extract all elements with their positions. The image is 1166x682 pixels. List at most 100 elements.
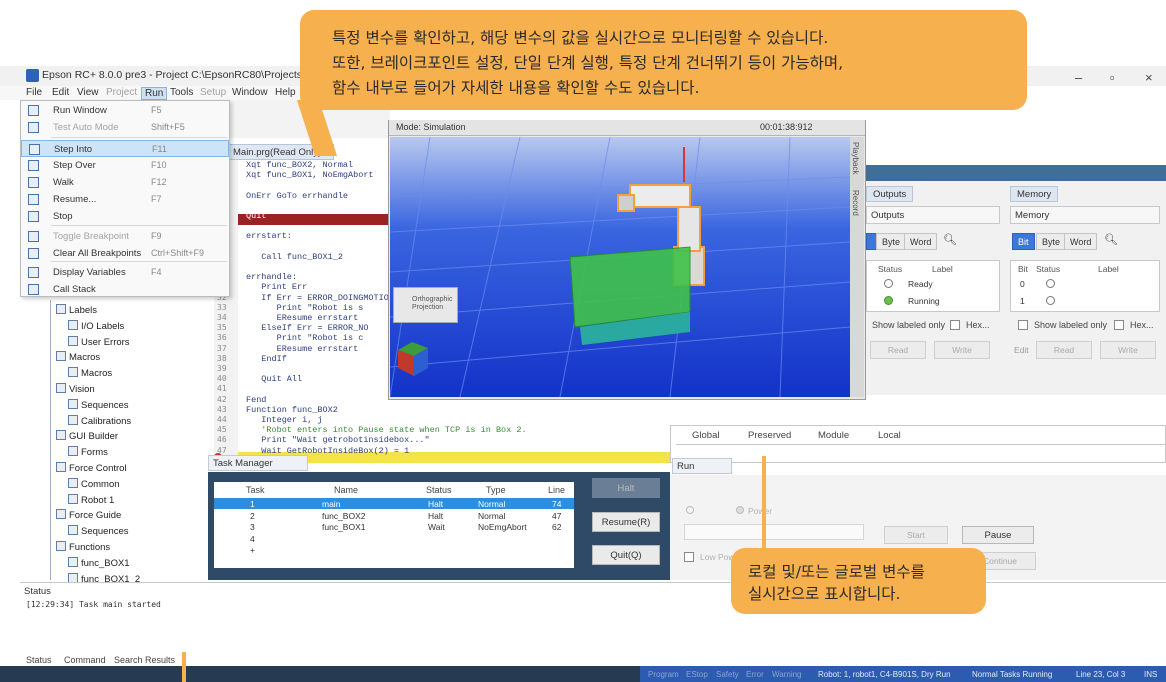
tree-item[interactable]: Common [68, 477, 120, 490]
task-halt-button[interactable]: Halt [592, 478, 660, 498]
menu-item-resume[interactable]: Resume... F7 [21, 191, 229, 208]
menu-item-step-over[interactable]: Step Over F10 [21, 157, 229, 174]
table-row[interactable]: 3 func_BOX1 Wait NoEmgAbort 62 [214, 521, 574, 532]
run-option-radio[interactable] [686, 506, 694, 514]
menu-edit[interactable]: Edit [52, 87, 69, 98]
memory-word-segment[interactable]: Word [1064, 233, 1098, 250]
tree-item[interactable]: I/O Labels [68, 319, 124, 332]
simulator-3d-view[interactable] [390, 137, 850, 397]
menu-window[interactable]: Window [232, 87, 268, 98]
minimize-button[interactable]: – [1075, 70, 1082, 85]
table-row[interactable]: + [214, 544, 574, 555]
menu-item-step-into[interactable]: Step Into F11 [21, 140, 229, 157]
orthographic-toggle[interactable]: Orthographic Projection [393, 287, 458, 323]
folder-icon [68, 556, 78, 567]
outputs-show-labeled-checkbox[interactable] [950, 320, 960, 330]
tab-status[interactable]: Status [26, 655, 52, 665]
menu-item-display-variables[interactable]: Display Variables F4 [21, 264, 229, 281]
memory-read-button[interactable]: Read [1036, 341, 1092, 359]
outputs-byte-segment[interactable]: Byte [876, 233, 907, 250]
menu-help[interactable]: Help [275, 87, 296, 98]
menu-item-clear-all-breakpoints[interactable]: Clear All Breakpoints Ctrl+Shift+F9 [21, 245, 229, 262]
table-row[interactable]: 4 [214, 533, 574, 544]
tree-item[interactable]: Force Control [56, 462, 127, 474]
table-row[interactable]: 1 main Halt Normal 74 [214, 498, 574, 509]
tree-item-label: Force Control [69, 463, 127, 474]
menu-item-run-window[interactable]: Run Window F5 [21, 102, 229, 119]
menu-item-shortcut: F9 [151, 231, 162, 241]
menu-item-test-auto-mode[interactable]: Test Auto Mode Shift+F5 [21, 119, 229, 136]
simulator-mode-label: Mode: [396, 122, 422, 132]
outputs-word-segment[interactable]: Word [904, 233, 938, 250]
callout-top: 특정 변수를 확인하고, 해당 변수의 값을 실시간으로 모니터링할 수 있습니… [300, 10, 1027, 110]
memory-show-labeled-checkbox[interactable] [1018, 320, 1028, 330]
tab-command[interactable]: Command [64, 655, 106, 665]
view-cube-icon[interactable] [398, 342, 430, 376]
menu-file[interactable]: File [26, 87, 42, 98]
tree-item[interactable]: Robot 1 [68, 493, 114, 506]
outputs-hex-label[interactable]: Hex... [966, 320, 990, 330]
outputs-write-button[interactable]: Write [934, 341, 990, 359]
tree-item[interactable]: Labels [56, 304, 97, 316]
tree-item[interactable]: Sequences [68, 525, 129, 537]
memory-hex-checkbox[interactable] [1114, 320, 1124, 330]
tree-item[interactable]: Macros [56, 351, 100, 363]
memory-byte-segment[interactable]: Byte [1036, 233, 1067, 250]
close-button[interactable]: × [1145, 70, 1153, 85]
tree-item[interactable]: Macros [68, 367, 112, 379]
tree-item[interactable]: Sequences [68, 398, 129, 411]
low-power-checkbox[interactable] [684, 552, 694, 562]
search-icon[interactable]: 🔍︎ [1104, 233, 1118, 246]
pause-button[interactable]: Pause [962, 526, 1034, 544]
menu-tools[interactable]: Tools [170, 87, 193, 98]
tab-local[interactable]: Local [878, 430, 901, 441]
menu-view[interactable]: View [77, 87, 99, 98]
tree-item[interactable]: Calibrations [68, 414, 131, 427]
tab-global[interactable]: Global [692, 430, 719, 441]
playback-tab[interactable]: Playback [851, 142, 860, 174]
code-line: Xqt func_BOX2, Normal [246, 160, 354, 170]
memory-edit-label[interactable]: Edit [1014, 345, 1029, 355]
task-cell-type: NoEmgAbort [478, 522, 527, 532]
task-manager-tab[interactable]: Task Manager [208, 455, 308, 471]
run-select[interactable] [684, 524, 864, 540]
menu-item-toggle-breakpoint[interactable]: Toggle Breakpoint F9 [21, 228, 229, 245]
tree-item[interactable]: User Errors [68, 335, 130, 348]
memory-hex-label[interactable]: Hex... [1130, 320, 1154, 330]
simulator-mode[interactable]: Mode: Simulation [396, 122, 466, 132]
tab-preserved[interactable]: Preserved [748, 430, 791, 441]
task-resume-button[interactable]: Resume(R) [592, 512, 660, 532]
outputs-read-button[interactable]: Read [870, 341, 926, 359]
tab-search-results[interactable]: Search Results [114, 655, 175, 665]
tree-item-label: Force Guide [69, 510, 122, 522]
tree-item[interactable]: Functions [56, 541, 110, 553]
task-quit-button[interactable]: Quit(Q) [592, 545, 660, 565]
tab-memory[interactable]: Memory [1010, 186, 1059, 202]
search-icon[interactable]: 🔍︎ [943, 233, 957, 246]
menu-item-walk[interactable]: Walk F12 [21, 174, 229, 191]
tab-module[interactable]: Module [818, 430, 849, 441]
folder-icon [56, 383, 66, 393]
memory-write-button[interactable]: Write [1100, 341, 1156, 359]
tree-item[interactable]: Force Guide [56, 509, 121, 521]
menu-separator [51, 225, 227, 226]
power-radio[interactable] [736, 506, 744, 514]
start-button[interactable]: Start [884, 526, 948, 544]
menu-run[interactable]: Run [141, 87, 168, 100]
maximize-button[interactable]: ▫ [1110, 70, 1115, 85]
tree-item[interactable]: func_BOX1 [68, 556, 130, 569]
tree-item[interactable]: Vision [56, 383, 95, 395]
menu-setup[interactable]: Setup [200, 87, 226, 98]
menu-item-stop[interactable]: Stop [21, 208, 229, 225]
table-row[interactable]: 2 func_BOX2 Halt Normal 47 [214, 510, 574, 521]
run-tab[interactable]: Run [672, 458, 732, 474]
tree-item[interactable]: Forms [68, 446, 108, 458]
folder-icon [68, 446, 78, 457]
simulator-mode-value[interactable]: Simulation [424, 122, 466, 132]
menu-item-call-stack[interactable]: Call Stack [21, 281, 229, 298]
tab-outputs[interactable]: Outputs [866, 186, 914, 202]
tree-item[interactable]: GUI Builder [56, 430, 118, 442]
record-tab[interactable]: Record [851, 190, 860, 216]
memory-bit-segment[interactable]: Bit [1012, 233, 1035, 250]
menu-project[interactable]: Project [106, 87, 137, 98]
